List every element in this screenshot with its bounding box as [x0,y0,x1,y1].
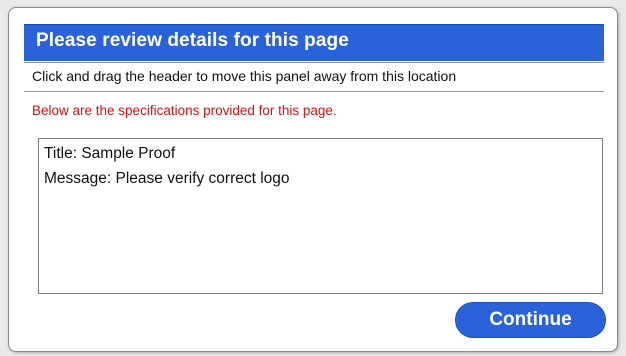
continue-button[interactable]: Continue [455,302,606,338]
details-textarea[interactable]: Title: Sample Proof Message: Please veri… [38,138,603,294]
drag-hint-text: Click and drag the header to move this p… [32,68,457,84]
drag-hint-bar: Click and drag the header to move this p… [24,62,604,92]
panel-header[interactable]: Please review details for this page [24,24,604,61]
detail-message-line: Message: Please verify correct logo [44,170,290,187]
page-background: Please review details for this page Clic… [0,0,626,356]
panel-title: Please review details for this page [36,30,349,51]
specifications-note: Below are the specifications provided fo… [32,103,337,118]
detail-title-line: Title: Sample Proof [44,145,176,162]
review-panel: Please review details for this page Clic… [8,7,618,352]
